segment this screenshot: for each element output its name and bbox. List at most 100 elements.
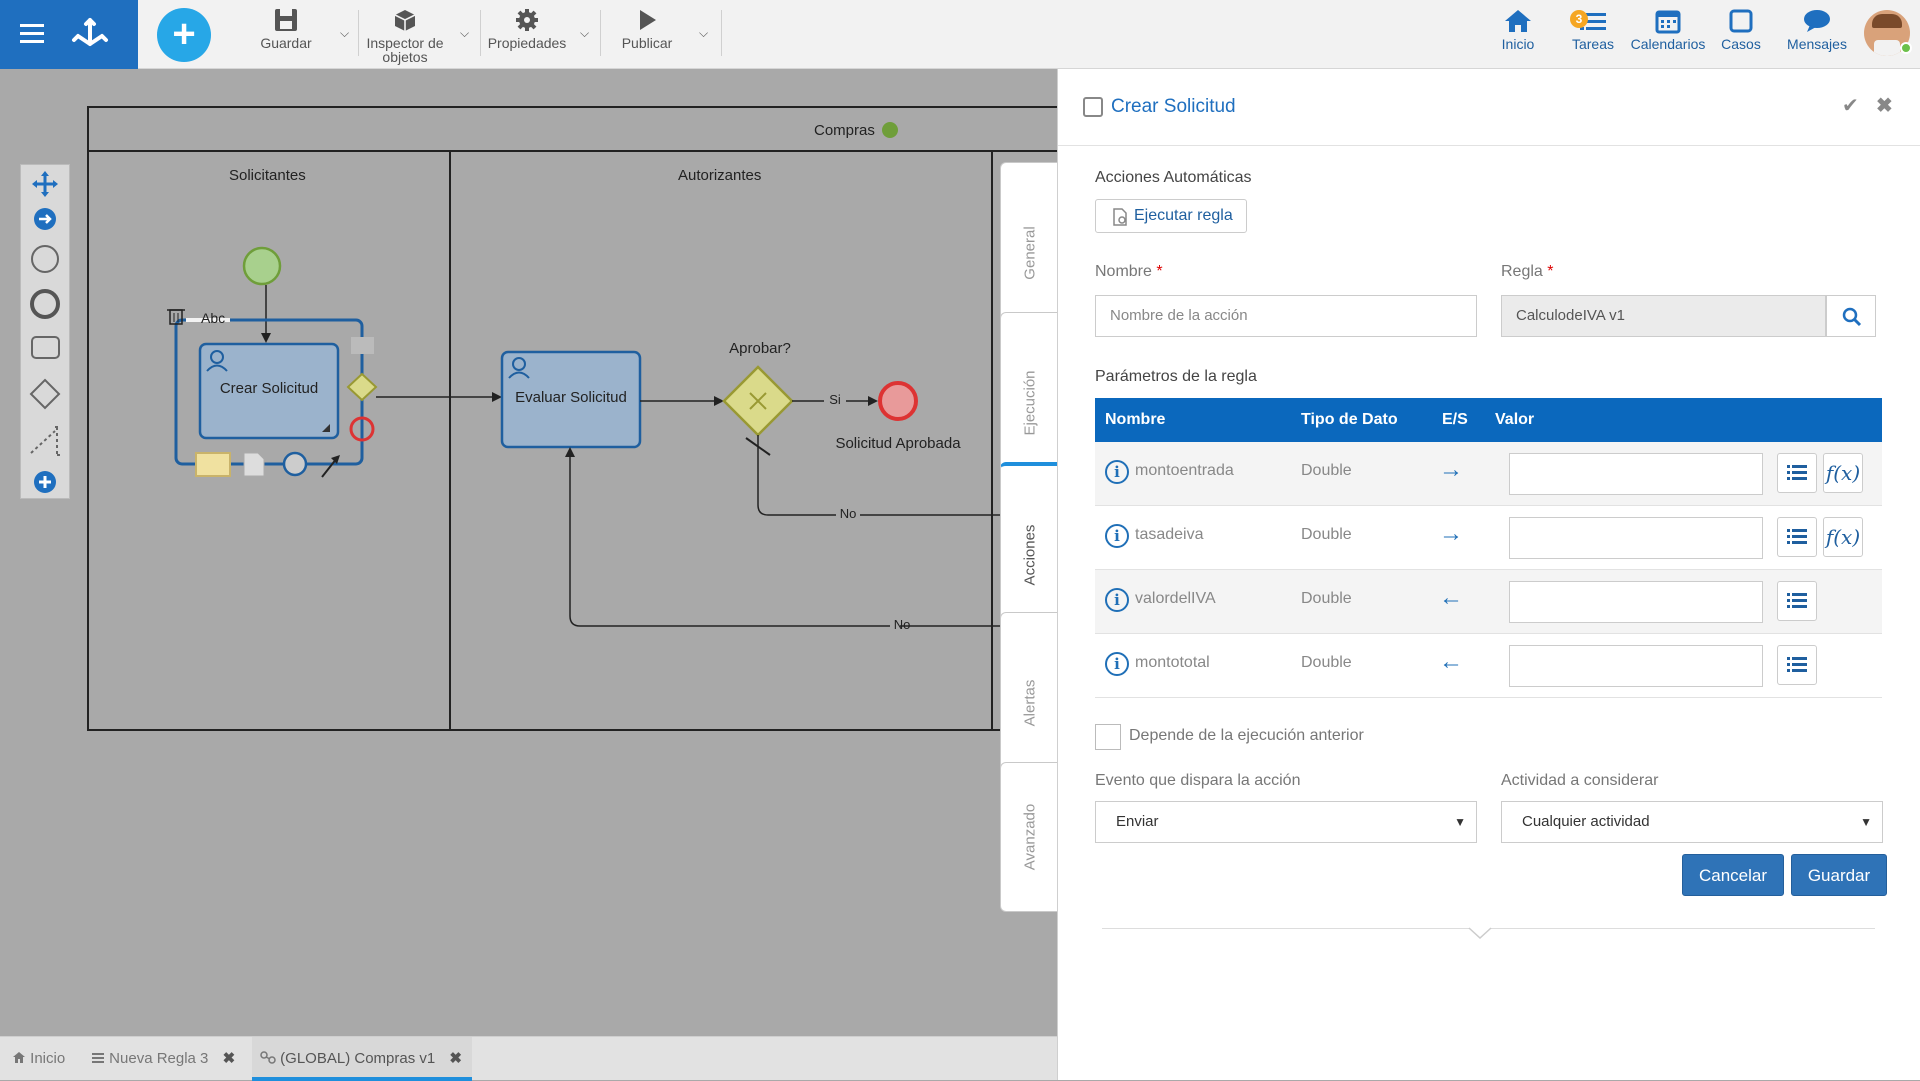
search-icon: [1842, 307, 1862, 327]
ejecutar-regla-button[interactable]: Ejecutar regla: [1095, 199, 1247, 233]
calendar-icon: [1655, 10, 1681, 34]
confirm-check-icon[interactable]: ✔: [1842, 93, 1859, 118]
save-button[interactable]: Guardar: [1791, 854, 1887, 896]
home-icon: [1505, 10, 1531, 32]
params-table-header: Nombre Tipo de Dato E/S Valor: [1095, 398, 1882, 442]
nav-calendarios[interactable]: Calendarios: [1630, 8, 1706, 52]
table-row: i montototal Double ←: [1095, 634, 1882, 698]
add-gateway-tool-icon[interactable]: [346, 372, 378, 402]
regla-search-button[interactable]: [1826, 295, 1876, 337]
required-asterisk: *: [1547, 263, 1554, 280]
list-icon: [1787, 593, 1807, 608]
col-tipo: Tipo de Dato: [1301, 411, 1398, 428]
add-task-tool-icon[interactable]: [351, 337, 374, 354]
connect-arrow-tool-icon[interactable]: [321, 455, 340, 478]
param-value-input[interactable]: [1509, 517, 1763, 559]
start-event[interactable]: [242, 246, 282, 286]
panel-header-divider: [1058, 145, 1920, 146]
nav-mensajes[interactable]: Mensajes: [1782, 8, 1852, 52]
end-event-solicitud-aprobada[interactable]: [878, 381, 918, 421]
speech-bubble-icon: [1804, 10, 1830, 32]
regla-input[interactable]: CalculodeIVA v1: [1501, 295, 1826, 337]
ejecutar-regla-label: Ejecutar regla: [1134, 207, 1233, 224]
nav-casos[interactable]: Casos: [1718, 8, 1764, 52]
list-select-button[interactable]: [1777, 645, 1817, 685]
output-arrow-icon: ←: [1439, 648, 1463, 675]
select-caret-icon: ▼: [1860, 815, 1872, 829]
select-caret-icon: ▼: [1454, 815, 1466, 829]
bottom-tab-compras[interactable]: (GLOBAL) Compras v1 ✖: [252, 1037, 472, 1081]
param-type: Double: [1301, 462, 1352, 479]
table-row: i tasadeiva Double → f(x): [1095, 506, 1882, 570]
info-icon[interactable]: i: [1105, 588, 1129, 612]
depende-label: Depende de la ejecución anterior: [1129, 727, 1364, 744]
output-arrow-icon: ←: [1439, 584, 1463, 611]
close-icon[interactable]: ✖: [223, 1050, 236, 1067]
flow-no-label: No: [839, 506, 857, 521]
list-icon: [1787, 465, 1807, 480]
document-gear-icon: [1113, 208, 1127, 226]
section-title: Acciones Automáticas: [1095, 169, 1252, 186]
flow-no-gateway[interactable]: [757, 435, 836, 516]
param-value-input[interactable]: [1509, 645, 1763, 687]
tab-ejecucion-label: Ejecución: [1021, 370, 1038, 436]
actividad-select[interactable]: Cualquier actividad ▼: [1501, 801, 1883, 843]
actividad-label: Actividad a considerar: [1501, 772, 1659, 789]
flow-no-return-label: No: [893, 617, 911, 632]
param-name: valordelIVA: [1135, 590, 1216, 607]
home-icon: [13, 1052, 25, 1063]
nav-casos-label: Casos: [1721, 36, 1761, 52]
col-nombre: Nombre: [1105, 411, 1166, 428]
nav-calendarios-label: Calendarios: [1630, 36, 1706, 52]
rule-icon: [92, 1053, 104, 1063]
list-select-button[interactable]: [1777, 517, 1817, 557]
online-status-indicator: [1900, 42, 1912, 54]
panel-title-checkbox[interactable]: [1083, 97, 1103, 117]
formula-button[interactable]: f(x): [1823, 517, 1863, 557]
param-value-input[interactable]: [1509, 453, 1763, 495]
required-asterisk: *: [1156, 263, 1163, 280]
bottom-tab-compras-label: (GLOBAL) Compras v1: [280, 1050, 436, 1067]
table-row: i montoentrada Double → f(x): [1095, 442, 1882, 506]
formula-button[interactable]: f(x): [1823, 453, 1863, 493]
list-select-button[interactable]: [1777, 453, 1817, 493]
diagram-canvas: [167, 246, 1000, 627]
evento-label: Evento que dispara la acción: [1095, 772, 1301, 789]
close-icon[interactable]: ✖: [1876, 93, 1893, 118]
col-valor: Valor: [1495, 411, 1535, 428]
tab-avanzado[interactable]: Avanzado: [1000, 762, 1058, 912]
depende-checkbox[interactable]: [1095, 724, 1121, 750]
add-annotation-tool-icon[interactable]: [195, 452, 231, 477]
nav-inicio[interactable]: Inicio: [1495, 8, 1541, 52]
nombre-label: Nombre *: [1095, 263, 1163, 281]
info-icon[interactable]: i: [1105, 524, 1129, 548]
add-intermediate-event-tool-icon[interactable]: [282, 451, 308, 477]
input-arrow-icon: →: [1439, 520, 1463, 547]
nombre-input[interactable]: Nombre de la acción: [1095, 295, 1477, 337]
add-document-tool-icon[interactable]: [243, 452, 265, 477]
cancel-button[interactable]: Cancelar: [1682, 854, 1784, 896]
param-value-input[interactable]: [1509, 581, 1763, 623]
tab-acciones-label: Acciones: [1021, 524, 1038, 585]
cases-icon: [1729, 9, 1753, 33]
bottom-tab-inicio[interactable]: Inicio: [12, 1037, 65, 1081]
abc-label-tool[interactable]: Abc: [201, 310, 225, 326]
param-name: tasadeiva: [1135, 526, 1204, 543]
regla-label-text: Regla: [1501, 263, 1543, 280]
actividad-select-value: Cualquier actividad: [1522, 813, 1650, 830]
bottom-tab-inicio-label: Inicio: [30, 1050, 66, 1067]
info-icon[interactable]: i: [1105, 460, 1129, 484]
nav-tareas-label: Tareas: [1571, 36, 1615, 52]
end-event-label: Solicitud Aprobada: [835, 435, 961, 452]
process-icon: [260, 1051, 276, 1064]
close-icon[interactable]: ✖: [449, 1050, 462, 1067]
evento-select[interactable]: Enviar ▼: [1095, 801, 1477, 843]
collapse-chevron-icon[interactable]: [1468, 927, 1492, 939]
info-icon[interactable]: i: [1105, 652, 1129, 676]
bottom-tab-regla[interactable]: Nueva Regla 3 ✖: [91, 1037, 235, 1081]
input-arrow-icon: →: [1439, 456, 1463, 483]
bottom-tab-bar: Inicio Nueva Regla 3 ✖ (GLOBAL) Compras …: [0, 1036, 1057, 1081]
param-name: montoentrada: [1135, 462, 1234, 479]
list-select-button[interactable]: [1777, 581, 1817, 621]
tab-alertas-label: Alertas: [1021, 679, 1038, 727]
